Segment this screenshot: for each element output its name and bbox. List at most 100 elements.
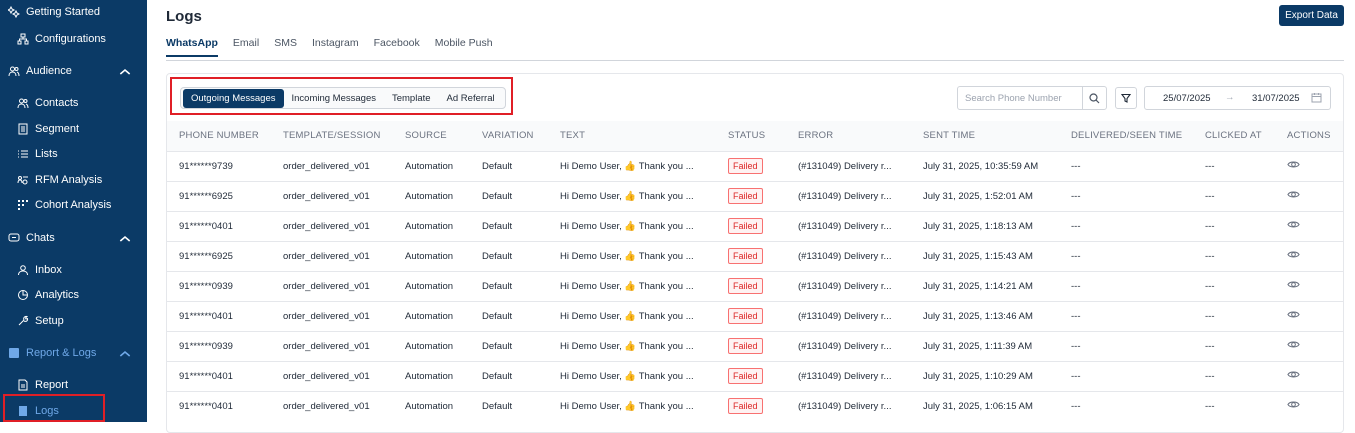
column-header[interactable]: SOURCE (393, 121, 470, 151)
tab-whatsapp[interactable]: WhatsApp (166, 37, 218, 57)
variation-cell: Default (470, 300, 548, 331)
status-cell: Failed (716, 360, 786, 391)
sidebar-item-label: Setup (35, 315, 64, 327)
delivered-time-cell: --- (1059, 210, 1193, 241)
column-header[interactable]: CLICKED AT (1193, 121, 1275, 151)
source-cell: Automation (393, 210, 470, 241)
view-eye-icon[interactable] (1287, 221, 1300, 234)
status-badge: Failed (728, 338, 763, 354)
column-header[interactable]: VARIATION (470, 121, 548, 151)
variation-cell: Default (470, 180, 548, 211)
status-cell: Failed (716, 150, 786, 181)
text-cell: Hi Demo User, 👍 Thank you ... (548, 300, 716, 331)
column-header[interactable]: TEMPLATE/SESSION (271, 121, 393, 151)
sitemap-icon (16, 32, 30, 46)
status-cell: Failed (716, 390, 786, 421)
column-header[interactable]: DELIVERED/SEEN TIME (1059, 121, 1193, 151)
channel-tabs: WhatsApp Email SMS Instagram Facebook Mo… (166, 37, 508, 57)
sidebar-item-lists[interactable]: Lists (0, 142, 147, 166)
sidebar-item-label: Report & Logs (26, 347, 97, 359)
error-cell: (#131049) Delivery r... (786, 150, 911, 181)
delivered-time-cell: --- (1059, 390, 1193, 421)
error-cell: (#131049) Delivery r... (786, 210, 911, 241)
sent-time-cell: July 31, 2025, 1:06:15 AM (911, 390, 1059, 421)
view-eye-icon[interactable] (1287, 401, 1300, 414)
actions-cell (1275, 210, 1343, 241)
export-data-button[interactable]: Export Data (1279, 5, 1344, 26)
logs-card: Outgoing Messages Incoming Messages Temp… (166, 73, 1344, 433)
sidebar-section-report-logs[interactable]: Report & Logs (0, 341, 147, 365)
column-header[interactable]: STATUS (716, 121, 786, 151)
sidebar-item-segment[interactable]: Segment (0, 117, 147, 141)
sidebar-item-label: Contacts (35, 97, 79, 109)
table-row: 91******9739 order_delivered_v01 Automatio… (167, 150, 1343, 181)
view-eye-icon[interactable] (1287, 371, 1300, 384)
sidebar-section-getting-started[interactable]: Getting Started (0, 0, 147, 24)
tab-email[interactable]: Email (233, 37, 259, 57)
view-eye-icon[interactable] (1287, 281, 1300, 294)
error-cell: (#131049) Delivery r... (786, 240, 911, 271)
source-cell: Automation (393, 240, 470, 271)
sidebar-item-label: Getting Started (26, 6, 100, 18)
error-cell: (#131049) Delivery r... (786, 330, 911, 361)
date-range-picker[interactable]: 25/07/2025 → 31/07/2025 (1144, 86, 1331, 110)
variation-cell: Default (470, 390, 548, 421)
sidebar-section-audience[interactable]: Audience (0, 59, 147, 83)
sidebar-section-chats[interactable]: Chats (0, 226, 147, 250)
tab-facebook[interactable]: Facebook (374, 37, 420, 57)
clicked-at-cell: --- (1193, 390, 1275, 421)
delivered-time-cell: --- (1059, 360, 1193, 391)
sidebar-item-inbox[interactable]: Inbox (0, 258, 147, 282)
sent-time-cell: July 31, 2025, 1:11:39 AM (911, 330, 1059, 361)
sidebar-item-configurations[interactable]: Configurations (0, 27, 147, 51)
template-cell: order_delivered_v01 (271, 240, 393, 271)
table-row: 91******0939 order_delivered_v01 Automatio… (167, 330, 1343, 361)
column-header[interactable]: SENT TIME (911, 121, 1059, 151)
chevron-up-icon (119, 350, 131, 357)
sidebar-item-rfm-analysis[interactable]: RFM Analysis (0, 168, 147, 192)
delivered-time-cell: --- (1059, 240, 1193, 271)
filter-button[interactable] (1115, 87, 1137, 109)
sidebar-item-contacts[interactable]: Contacts (0, 91, 147, 115)
sidebar-item-cohort-analysis[interactable]: Cohort Analysis (0, 193, 147, 217)
text-cell: Hi Demo User, 👍 Thank you ... (548, 180, 716, 211)
status-cell: Failed (716, 210, 786, 241)
search-input[interactable] (958, 92, 1082, 104)
variation-cell: Default (470, 270, 548, 301)
report-icon (7, 346, 21, 360)
view-eye-icon[interactable] (1287, 191, 1300, 204)
clicked-at-cell: --- (1193, 150, 1275, 181)
variation-cell: Default (470, 240, 548, 271)
source-cell: Automation (393, 360, 470, 391)
phone-cell: 91******0401 (167, 210, 271, 241)
tab-mobile-push[interactable]: Mobile Push (435, 37, 493, 57)
column-header[interactable]: PHONE NUMBER (167, 121, 271, 151)
table-row: 91******0401 order_delivered_v01 Automatio… (167, 360, 1343, 391)
sidebar-item-label: Inbox (35, 264, 62, 276)
view-eye-icon[interactable] (1287, 161, 1300, 174)
sidebar-item-analytics[interactable]: Analytics (0, 283, 147, 307)
column-header[interactable]: ERROR (786, 121, 911, 151)
phone-cell: 91******6925 (167, 240, 271, 271)
table-row: 91******0401 order_delivered_v01 Automatio… (167, 300, 1343, 331)
tab-sms[interactable]: SMS (274, 37, 297, 57)
delivered-time-cell: --- (1059, 150, 1193, 181)
actions-cell (1275, 330, 1343, 361)
column-header: ACTIONS (1275, 121, 1343, 151)
delivered-time-cell: --- (1059, 270, 1193, 301)
tab-instagram[interactable]: Instagram (312, 37, 359, 57)
view-eye-icon[interactable] (1287, 251, 1300, 264)
view-eye-icon[interactable] (1287, 341, 1300, 354)
sidebar-item-label: Configurations (35, 33, 106, 45)
template-cell: order_delivered_v01 (271, 150, 393, 181)
search-button[interactable] (1082, 87, 1106, 109)
sidebar-item-label: Lists (35, 148, 58, 160)
tab-divider (166, 60, 1344, 61)
view-eye-icon[interactable] (1287, 311, 1300, 324)
sidebar-item-setup[interactable]: Setup (0, 309, 147, 333)
status-cell: Failed (716, 330, 786, 361)
actions-cell (1275, 180, 1343, 211)
source-cell: Automation (393, 390, 470, 421)
column-header[interactable]: TEXT (548, 121, 716, 151)
clicked-at-cell: --- (1193, 210, 1275, 241)
